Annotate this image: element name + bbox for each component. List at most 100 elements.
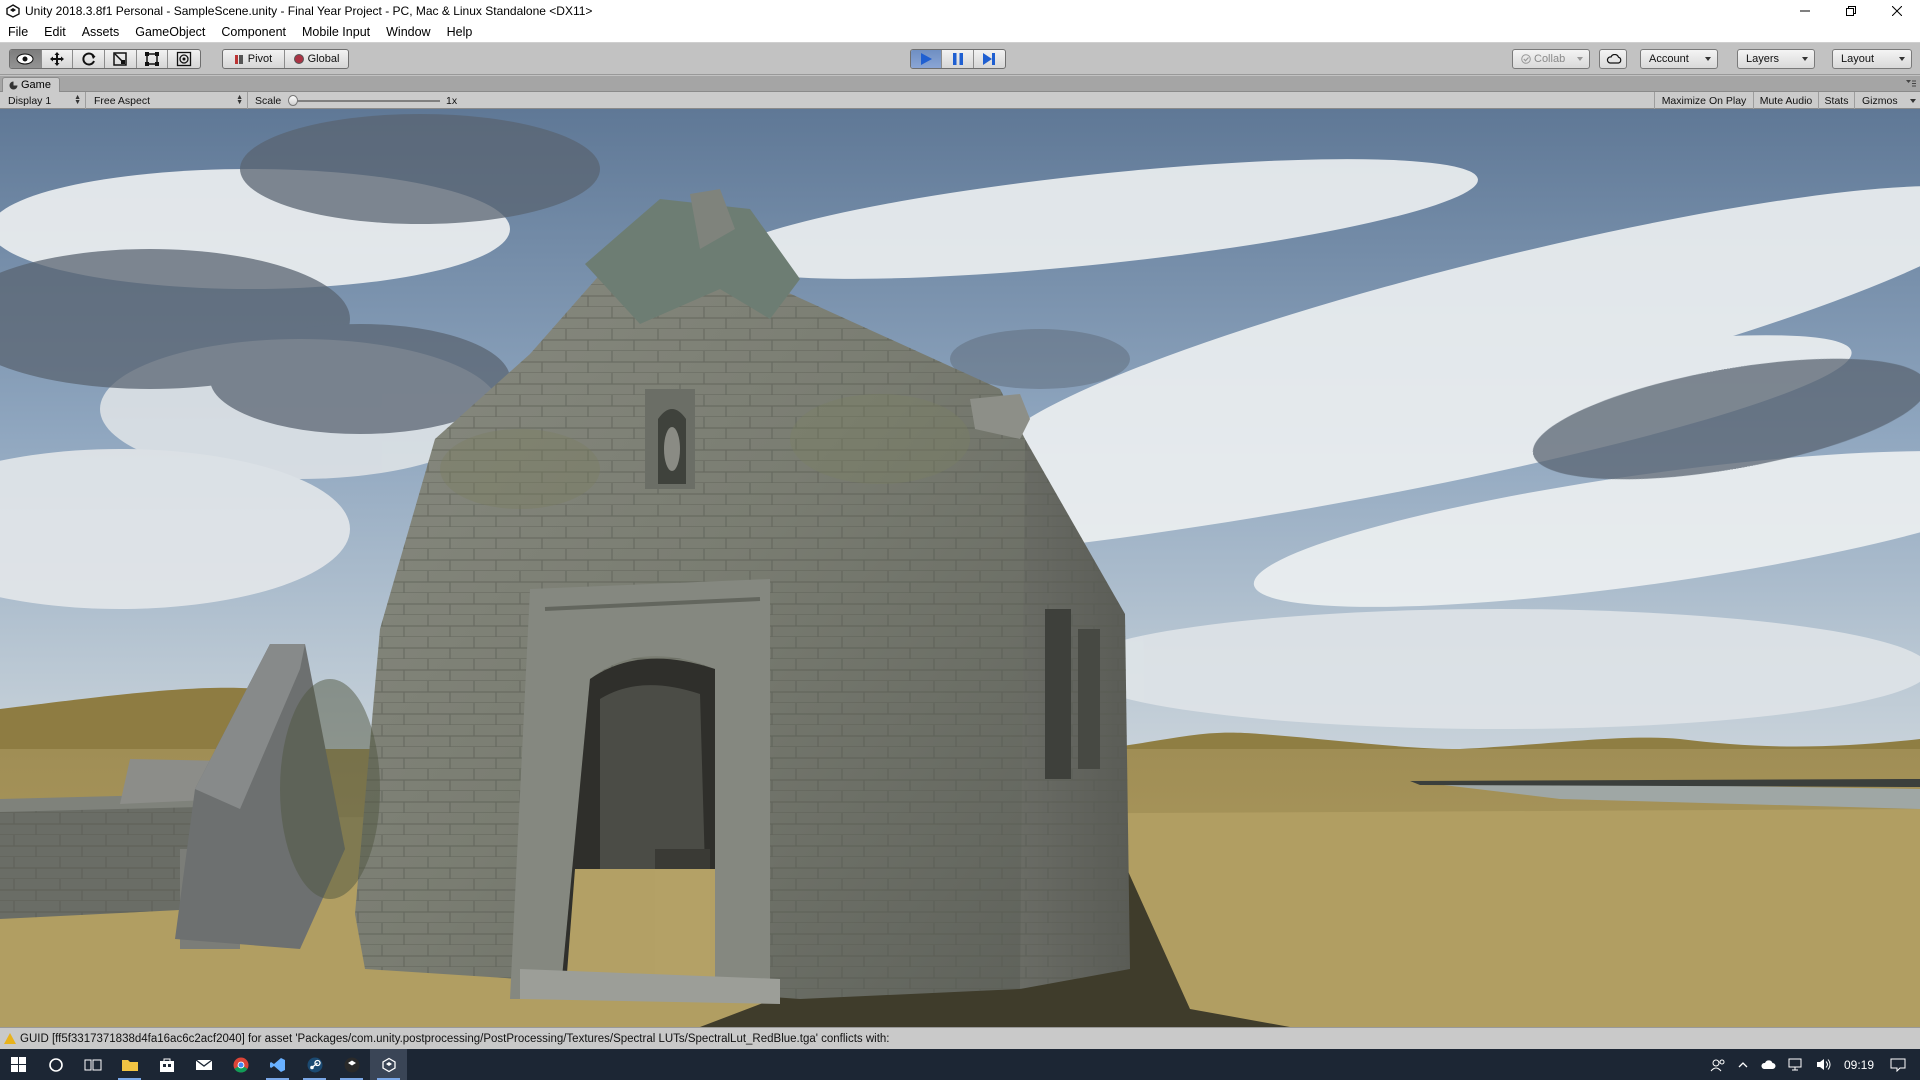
people-button[interactable] xyxy=(1704,1058,1732,1072)
game-controller-icon xyxy=(9,81,18,89)
speaker-icon xyxy=(1816,1059,1831,1070)
search-button[interactable] xyxy=(37,1049,74,1080)
chrome-button[interactable] xyxy=(222,1049,259,1080)
globe-icon xyxy=(293,54,304,64)
mail-icon xyxy=(195,1058,212,1070)
chevron-up-icon xyxy=(1738,1061,1748,1067)
check-icon xyxy=(1521,54,1531,64)
pause-icon xyxy=(952,53,963,65)
network-button[interactable] xyxy=(1782,1058,1810,1071)
unity-editor-button[interactable] xyxy=(370,1049,407,1080)
game-scene-render xyxy=(0,109,1920,1027)
console-status-bar[interactable]: GUID [ff5f3317371838d4fa16ac6c2acf2040] … xyxy=(0,1027,1920,1049)
menu-gameobject[interactable]: GameObject xyxy=(127,25,213,39)
start-button[interactable] xyxy=(0,1049,37,1080)
minimize-button[interactable] xyxy=(1782,0,1828,22)
menu-help[interactable]: Help xyxy=(439,25,481,39)
gizmos-dropdown[interactable]: Gizmos xyxy=(1855,92,1920,109)
account-dropdown[interactable]: Account xyxy=(1640,49,1718,69)
clock[interactable]: 09:19 xyxy=(1838,1058,1880,1072)
window-title: Unity 2018.3.8f1 Personal - SampleScene.… xyxy=(25,4,593,18)
playback-controls xyxy=(910,49,1006,69)
pivot-icon xyxy=(234,54,243,64)
steam-icon xyxy=(307,1057,322,1072)
display-dropdown[interactable]: Display 1 ▲ ▼ xyxy=(0,92,86,109)
game-tab-bar: Game xyxy=(0,76,1920,92)
system-tray: 09:19 xyxy=(1704,1049,1920,1080)
layout-dropdown[interactable]: Layout xyxy=(1832,49,1912,69)
menu-window[interactable]: Window xyxy=(378,25,438,39)
unity-hub-icon xyxy=(344,1057,359,1072)
game-viewport[interactable] xyxy=(0,109,1920,1027)
volume-button[interactable] xyxy=(1810,1058,1838,1071)
close-button[interactable] xyxy=(1874,0,1920,22)
layout-label: Layout xyxy=(1841,53,1875,65)
menu-file[interactable]: File xyxy=(0,25,36,39)
visual-studio-icon xyxy=(269,1057,285,1072)
chevron-down-icon xyxy=(1577,57,1583,61)
pause-button[interactable] xyxy=(942,50,974,68)
play-button[interactable] xyxy=(911,50,943,68)
tab-game[interactable]: Game xyxy=(2,77,60,92)
visual-studio-button[interactable] xyxy=(259,1049,296,1080)
people-icon xyxy=(1710,1059,1725,1071)
pivot-button[interactable]: Pivot xyxy=(223,50,286,68)
rotate-tool-button[interactable] xyxy=(73,50,106,68)
chevron-down-icon xyxy=(1899,57,1905,61)
warning-icon xyxy=(4,1033,16,1044)
menu-mobile-input[interactable]: Mobile Input xyxy=(294,25,378,39)
gizmos-label: Gizmos xyxy=(1862,94,1898,107)
collab-label: Collab xyxy=(1534,53,1566,65)
menu-assets[interactable]: Assets xyxy=(74,25,128,39)
chevron-down-icon xyxy=(1802,57,1808,61)
store-button[interactable] xyxy=(148,1049,185,1080)
unity-editor-icon xyxy=(381,1057,396,1072)
up-down-arrows-icon: ▲ ▼ xyxy=(236,94,243,106)
eye-icon xyxy=(16,53,34,65)
tab-menu-icon[interactable] xyxy=(1906,79,1916,87)
windows-taskbar: 09:19 xyxy=(0,1049,1920,1080)
file-explorer-button[interactable] xyxy=(111,1049,148,1080)
show-hidden-icons-button[interactable] xyxy=(1732,1061,1754,1069)
windows-logo-icon xyxy=(11,1057,26,1072)
display-label: Display 1 xyxy=(8,94,52,107)
scale-slider-handle[interactable] xyxy=(288,95,298,106)
move-tool-button[interactable] xyxy=(42,50,74,68)
scale-value: 1x xyxy=(446,94,458,107)
task-view-button[interactable] xyxy=(74,1049,111,1080)
network-icon xyxy=(1788,1058,1802,1071)
cloud-button[interactable] xyxy=(1599,49,1627,69)
aspect-label: Free Aspect xyxy=(94,94,151,107)
task-view-icon xyxy=(84,1059,101,1070)
action-center-button[interactable] xyxy=(1880,1058,1920,1072)
transform-tool-button[interactable] xyxy=(168,50,200,68)
layers-dropdown[interactable]: Layers xyxy=(1737,49,1815,69)
stats-label: Stats xyxy=(1824,94,1849,107)
mute-audio-toggle[interactable]: Mute Audio xyxy=(1754,92,1819,109)
store-bag-icon xyxy=(159,1058,174,1072)
hand-tool-button[interactable] xyxy=(10,50,42,68)
restore-button[interactable] xyxy=(1828,0,1874,22)
maximize-on-play-toggle[interactable]: Maximize On Play xyxy=(1654,92,1754,109)
stats-toggle[interactable]: Stats xyxy=(1819,92,1855,109)
collab-dropdown[interactable]: Collab xyxy=(1512,49,1590,69)
main-toolbar: Pivot Global Collab Account Layers Layou… xyxy=(0,43,1920,75)
unity-hub-button[interactable] xyxy=(333,1049,370,1080)
scale-slider-track[interactable] xyxy=(293,100,440,102)
move-arrows-icon xyxy=(50,52,64,66)
menu-component[interactable]: Component xyxy=(213,25,294,39)
rotate-icon xyxy=(82,52,96,66)
onedrive-button[interactable] xyxy=(1754,1059,1782,1070)
steam-button[interactable] xyxy=(296,1049,333,1080)
rect-tool-button[interactable] xyxy=(137,50,169,68)
step-button[interactable] xyxy=(974,50,1005,68)
mail-button[interactable] xyxy=(185,1049,222,1080)
menu-edit[interactable]: Edit xyxy=(36,25,74,39)
up-down-arrows-icon: ▲ ▼ xyxy=(74,94,81,106)
aspect-dropdown[interactable]: Free Aspect ▲ ▼ xyxy=(86,92,248,109)
global-button[interactable]: Global xyxy=(285,50,348,68)
minimize-icon xyxy=(1800,10,1810,12)
layers-label: Layers xyxy=(1746,53,1780,65)
pivot-label: Pivot xyxy=(247,53,273,65)
scale-tool-button[interactable] xyxy=(105,50,137,68)
